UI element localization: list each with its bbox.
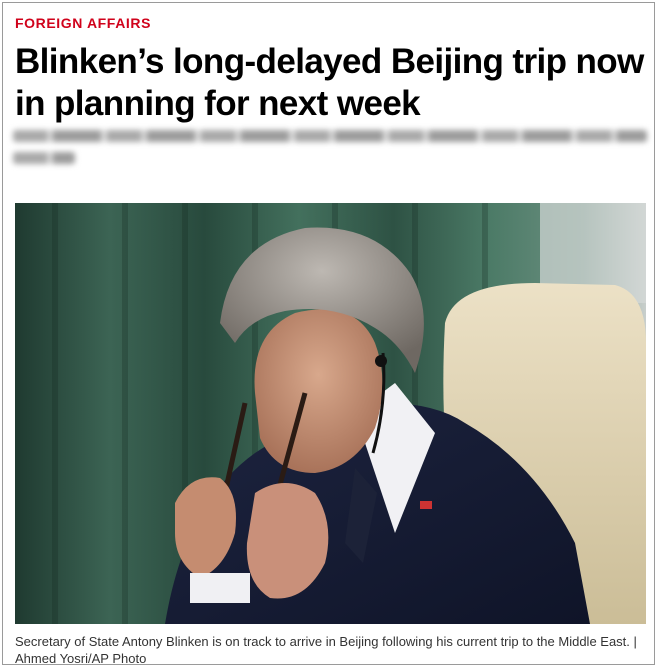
blurred-subheadline <box>13 130 647 174</box>
article-headline[interactable]: Blinken’s long-delayed Beijing trip now … <box>15 41 651 125</box>
blurred-line <box>13 152 75 164</box>
blurred-line <box>13 130 647 142</box>
article-card: FOREIGN AFFAIRS Blinken’s long-delayed B… <box>2 2 655 666</box>
photo-caption: Secretary of State Antony Blinken is on … <box>15 634 637 666</box>
article-photo <box>15 203 646 624</box>
photo-illustration <box>15 203 646 624</box>
section-label[interactable]: FOREIGN AFFAIRS <box>15 15 151 31</box>
